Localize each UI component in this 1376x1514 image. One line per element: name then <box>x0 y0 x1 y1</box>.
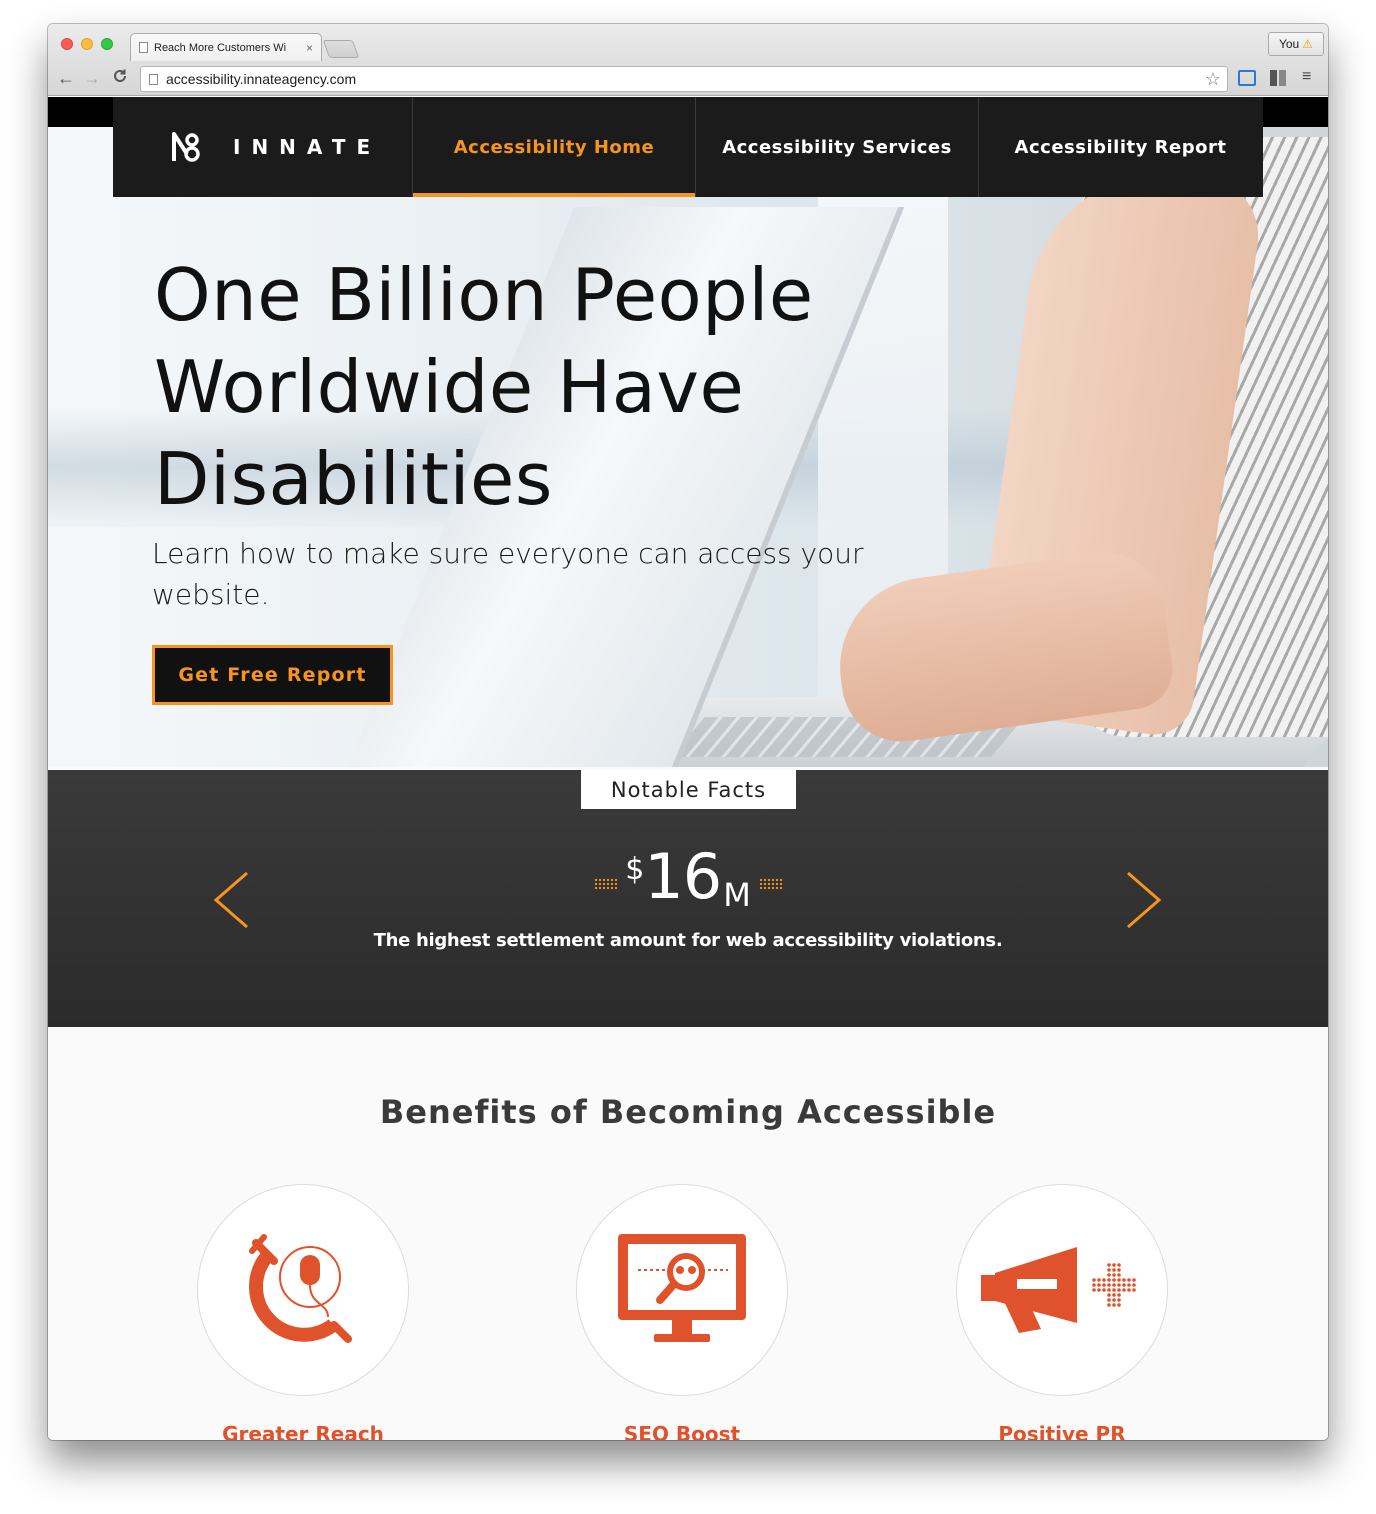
megaphone-icon <box>981 1247 1136 1333</box>
benefit-icon-circle <box>956 1184 1168 1396</box>
innate-logo-icon <box>171 131 201 163</box>
benefit-positive-pr: Positive PR <box>956 1184 1168 1440</box>
next-fact-button[interactable] <box>1124 870 1164 930</box>
brand-name: INNATE <box>233 135 382 159</box>
address-bar[interactable]: accessibility.innateagency.com ☆ <box>140 66 1228 92</box>
cast-icon[interactable] <box>1238 70 1256 86</box>
browser-tab[interactable]: Reach More Customers Wi × <box>130 33 322 61</box>
benefit-icon-circle <box>576 1184 788 1396</box>
brand-logo[interactable]: INNATE <box>113 97 413 197</box>
benefit-label: Greater Reach <box>222 1422 384 1440</box>
browser-window: Reach More Customers Wi × You ⚠ ← → acce… <box>48 24 1328 1440</box>
notable-facts-section: Notable Facts $ 16 M The highest settlem… <box>48 770 1328 1027</box>
fact-currency: $ <box>625 852 645 887</box>
browser-chrome: Reach More Customers Wi × You ⚠ ← → acce… <box>48 24 1328 96</box>
url-text: accessibility.innateagency.com <box>166 71 357 87</box>
previous-fact-button[interactable] <box>211 870 251 930</box>
menu-icon[interactable]: ≡ <box>1302 68 1320 85</box>
tab-title: Reach More Customers Wi <box>154 41 287 54</box>
facts-tab-label: Notable Facts <box>581 770 796 809</box>
minimize-window-button[interactable] <box>81 38 93 50</box>
decorative-dots <box>759 878 783 890</box>
profile-label: You <box>1278 37 1300 51</box>
page-icon <box>149 73 158 85</box>
hero-section: INNATE Accessibility Home Accessibility … <box>48 97 1328 767</box>
benefits-title: Benefits of Becoming Accessible <box>379 1093 997 1131</box>
benefit-seo-boost: SEO Boost <box>576 1184 788 1440</box>
hero-title-line: Disabilities <box>154 437 553 521</box>
nav-accessibility-home[interactable]: Accessibility Home <box>413 97 696 197</box>
close-window-button[interactable] <box>61 38 73 50</box>
fact-caption: The highest settlement amount for web ac… <box>373 930 1003 951</box>
globe-mouse-icon <box>249 1234 352 1343</box>
warning-icon: ⚠ <box>1302 37 1313 51</box>
benefits-section: Benefits of Becoming Accessible Greater <box>48 1027 1328 1440</box>
page-viewport: INNATE Accessibility Home Accessibility … <box>48 97 1328 1440</box>
profile-button[interactable]: You ⚠ <box>1268 32 1324 56</box>
browser-toolbar: ← → accessibility.innateagency.com ☆ ≡ <box>48 62 1328 96</box>
hero-title-line: Worldwide Have <box>154 345 745 429</box>
chevron-left-icon <box>213 871 248 929</box>
page-icon <box>139 42 148 53</box>
forward-button[interactable]: → <box>82 68 102 89</box>
nav-accessibility-services[interactable]: Accessibility Services <box>696 97 979 197</box>
benefit-label: SEO Boost <box>623 1422 741 1440</box>
hero-title: One Billion People Worldwide Have Disabi… <box>154 249 874 525</box>
fact-unit: M <box>723 876 751 914</box>
reload-button[interactable] <box>110 68 130 89</box>
benefit-greater-reach: Greater Reach <box>197 1184 409 1440</box>
fact-value: $ 16 M <box>588 840 788 915</box>
back-button[interactable]: ← <box>56 68 76 89</box>
monitor-search-icon <box>618 1234 746 1342</box>
new-tab-button[interactable] <box>322 40 360 58</box>
tab-close-icon[interactable]: × <box>306 41 313 55</box>
benefit-icon-circle <box>197 1184 409 1396</box>
chevron-right-icon <box>1127 871 1162 929</box>
reader-mode-icon[interactable] <box>1270 70 1288 86</box>
zoom-window-button[interactable] <box>101 38 113 50</box>
site-nav: INNATE Accessibility Home Accessibility … <box>113 97 1263 197</box>
reload-icon <box>114 69 126 82</box>
hero-subtitle: Learn how to make sure everyone can acce… <box>152 537 864 611</box>
get-free-report-button[interactable]: Get Free Report <box>152 645 393 705</box>
nav-accessibility-report[interactable]: Accessibility Report <box>979 97 1262 197</box>
fact-number: 16 <box>644 840 722 913</box>
hero-title-line: One Billion People <box>154 253 814 337</box>
benefit-label: Positive PR <box>998 1422 1126 1440</box>
bookmark-star-icon[interactable]: ☆ <box>1205 69 1221 90</box>
